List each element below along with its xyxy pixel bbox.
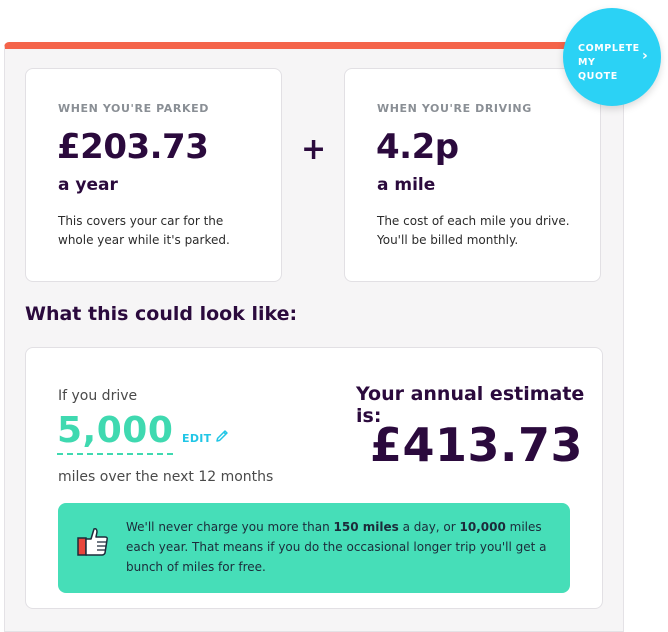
parked-period: a year [58, 175, 118, 195]
pencil-icon [216, 430, 229, 442]
parked-price: £203.73 [57, 127, 209, 167]
banner-text: We'll never charge you more than 150 mil… [126, 520, 547, 574]
driving-card: WHEN YOU'RE DRIVING 4.2p a mile The cost… [344, 68, 601, 282]
driving-period: a mile [377, 175, 436, 195]
complete-quote-button[interactable]: COMPLETE MY QUOTE › [563, 8, 661, 106]
complete-quote-label: COMPLETE MY QUOTE [578, 43, 640, 82]
if-drive-label: If you drive [58, 388, 138, 404]
driving-eyebrow: WHEN YOU'RE DRIVING [377, 102, 532, 115]
section-title: What this could look like: [25, 303, 298, 325]
mileage-cap-banner: We'll never charge you more than 150 mil… [58, 503, 570, 593]
annual-estimate-amount: £413.73 [370, 418, 584, 472]
parked-card: WHEN YOU'RE PARKED £203.73 a year This c… [25, 68, 282, 282]
driving-price: 4.2p [376, 127, 459, 167]
driving-description: The cost of each mile you drive. You'll … [377, 214, 570, 247]
chevron-right-icon: › [642, 48, 648, 64]
estimate-card: If you drive 5,000 EDIT miles over the n… [25, 347, 603, 609]
miles-note: miles over the next 12 months [58, 469, 274, 485]
parked-description: This covers your car for the whole year … [58, 214, 230, 247]
parked-eyebrow: WHEN YOU'RE PARKED [58, 102, 209, 115]
plus-sign: + [301, 132, 327, 167]
edit-miles-button[interactable]: EDIT [182, 428, 230, 445]
thumbs-up-icon [77, 528, 108, 556]
edit-label: EDIT [182, 432, 212, 445]
miles-value[interactable]: 5,000 [57, 410, 174, 455]
